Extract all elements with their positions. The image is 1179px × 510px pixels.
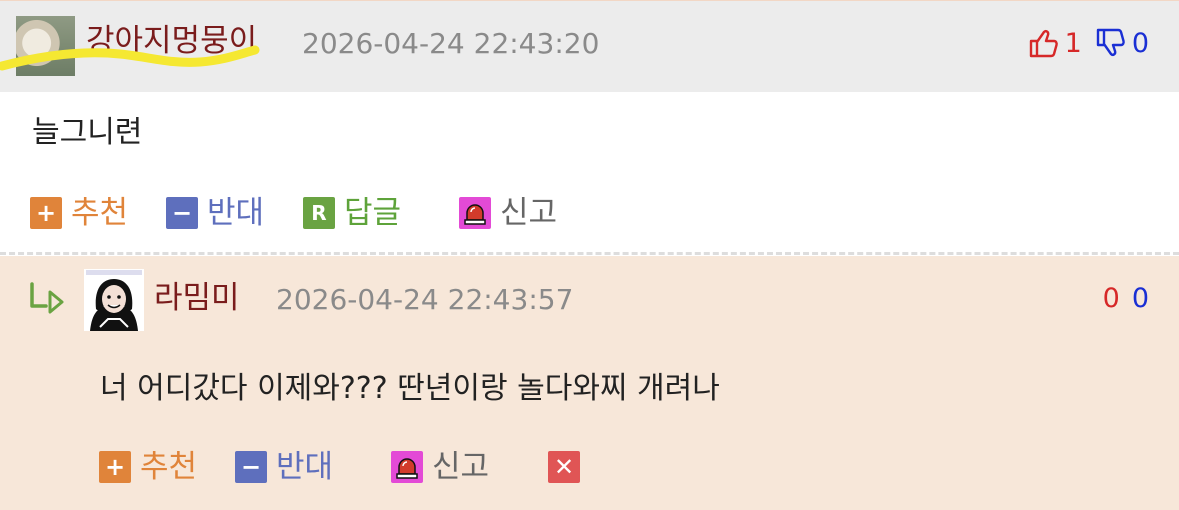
report-label: 신고 — [500, 195, 558, 231]
oppose-label: 반대 — [207, 195, 265, 231]
plus-icon: + — [30, 197, 62, 229]
reply-button[interactable]: R 답글 — [303, 193, 401, 233]
oppose-label: 반대 — [276, 449, 334, 485]
comment-timestamp: 2026-04-24 22:43:20 — [302, 27, 600, 60]
recommend-button[interactable]: + 추천 — [99, 447, 197, 487]
reply-label: 답글 — [344, 195, 402, 231]
vote-summary: 1 0 — [1027, 23, 1149, 63]
upvote-count: 0 — [1102, 282, 1120, 314]
minus-icon: − — [166, 197, 198, 229]
oppose-button[interactable]: − 반대 — [166, 193, 264, 233]
downvote-count: 0 — [1131, 282, 1149, 314]
close-icon: ✕ — [548, 451, 580, 483]
plus-icon: + — [99, 451, 131, 483]
report-button[interactable]: 신고 — [459, 193, 557, 233]
reply-icon: R — [303, 197, 335, 229]
recommend-label: 추천 — [71, 195, 129, 231]
comment-author[interactable]: 강아지멍뭉이 — [86, 17, 257, 65]
oppose-button[interactable]: − 반대 — [235, 447, 333, 487]
comment-divider — [0, 252, 1179, 255]
comment-body: 너 어디갔다 이제와??? 딴년이랑 놀다와찌 개려나 — [100, 371, 720, 406]
thumbs-down-icon[interactable] — [1094, 27, 1126, 59]
report-label: 신고 — [432, 449, 490, 485]
siren-icon — [391, 451, 423, 483]
upvote-count: 1 — [1064, 27, 1082, 59]
comment-body: 늘그니련 — [32, 115, 143, 150]
reply-arrow-icon — [30, 282, 64, 314]
report-button[interactable]: 신고 — [391, 447, 489, 487]
thumbs-up-icon[interactable] — [1027, 27, 1059, 59]
comment-author[interactable]: 라밈미 — [154, 274, 240, 322]
minus-icon: − — [235, 451, 267, 483]
delete-button[interactable]: ✕ — [548, 451, 580, 483]
vote-summary: 0 0 — [1103, 278, 1149, 318]
siren-icon — [459, 197, 491, 229]
avatar[interactable] — [16, 16, 75, 76]
recommend-button[interactable]: + 추천 — [30, 193, 128, 233]
avatar[interactable] — [84, 269, 144, 331]
comment-timestamp: 2026-04-24 22:43:57 — [276, 283, 574, 316]
downvote-count: 0 — [1131, 27, 1149, 59]
recommend-label: 추천 — [140, 449, 198, 485]
